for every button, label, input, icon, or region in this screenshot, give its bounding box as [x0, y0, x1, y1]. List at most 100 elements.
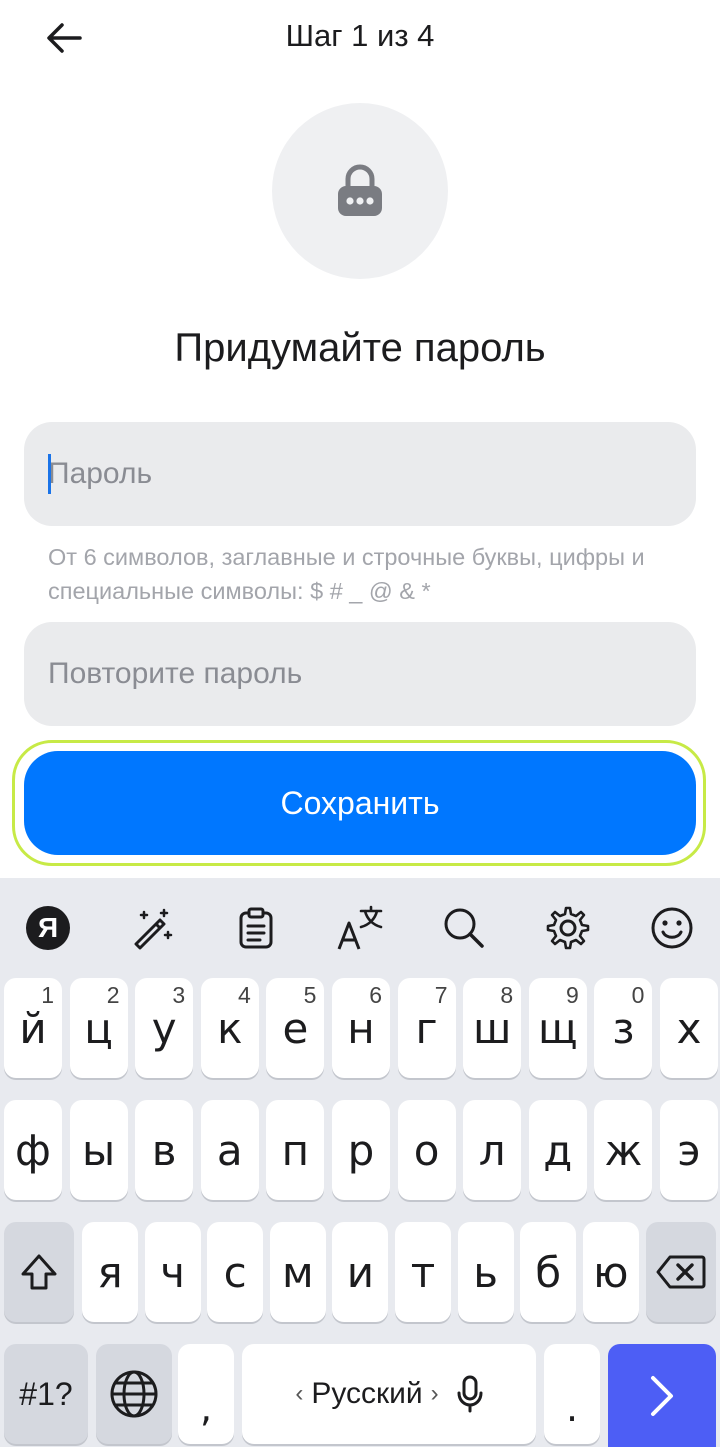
key-letter: с — [223, 1247, 247, 1297]
emoji-button[interactable] — [644, 900, 700, 956]
step-indicator: Шаг 1 из 4 — [285, 18, 435, 53]
save-button[interactable]: Сохранить — [24, 751, 696, 855]
key-number-hint: 2 — [106, 982, 120, 1008]
key-row2-7[interactable]: о — [397, 1100, 456, 1200]
key-row2-5[interactable]: п — [266, 1100, 325, 1200]
password-field[interactable] — [24, 422, 696, 526]
key-11[interactable]: х — [660, 978, 718, 1078]
on-screen-keyboard: Я й 1 ц 2 у 3 к 4 е 5 н 6 г 7 ш 8 щ 9 з … — [0, 878, 720, 1447]
repeat-password-input[interactable] — [48, 657, 696, 691]
key-row2-11[interactable]: э — [660, 1100, 718, 1200]
lock-avatar — [272, 103, 448, 279]
key-letter: а — [216, 1125, 243, 1175]
key-letter: й — [19, 1003, 47, 1053]
space-left-chevron: ‹ — [295, 1380, 304, 1407]
key-1[interactable]: й1 — [4, 978, 62, 1078]
password-hint: От 6 символов, заглавные и строчные букв… — [48, 544, 645, 604]
key-letter: к — [217, 1003, 243, 1053]
key-row3-4[interactable]: м — [269, 1222, 326, 1322]
key-number-hint: 9 — [566, 982, 579, 1008]
period-key[interactable]: . — [544, 1344, 600, 1444]
space-right-chevron: › — [430, 1380, 439, 1407]
key-letter: я — [97, 1247, 123, 1297]
key-number-hint: 1 — [41, 982, 54, 1008]
backspace-key[interactable] — [646, 1222, 716, 1322]
shift-key[interactable] — [4, 1222, 74, 1322]
key-letter: л — [478, 1125, 506, 1175]
key-row2-8[interactable]: л — [463, 1100, 522, 1200]
key-letter: ю — [593, 1247, 629, 1297]
key-row3-9[interactable]: ю — [582, 1222, 639, 1322]
yandex-logo-button[interactable]: Я — [20, 900, 76, 956]
key-row3-2[interactable]: ч — [144, 1222, 201, 1322]
space-key[interactable]: ‹ Русский › — [242, 1344, 536, 1444]
key-row2-4[interactable]: а — [200, 1100, 259, 1200]
key-row2-6[interactable]: р — [332, 1100, 390, 1200]
key-letter: ш — [472, 1003, 512, 1053]
shift-icon — [21, 1254, 57, 1290]
symbols-key[interactable]: #1? — [4, 1344, 88, 1444]
comma-key[interactable]: , — [178, 1344, 234, 1444]
key-3[interactable]: у3 — [135, 978, 194, 1078]
repeat-password-field[interactable] — [24, 622, 696, 726]
enter-key[interactable] — [608, 1344, 716, 1447]
key-letter: е — [282, 1003, 309, 1053]
globe-icon — [110, 1370, 158, 1418]
key-row3-8[interactable]: б — [520, 1222, 577, 1322]
key-row3-3[interactable]: с — [207, 1222, 264, 1322]
key-letter: з — [612, 1003, 635, 1053]
key-letter: н — [347, 1003, 375, 1053]
translate-button[interactable] — [332, 900, 388, 956]
smiley-icon — [651, 907, 693, 949]
key-letter: м — [281, 1247, 314, 1297]
key-letter: ф — [15, 1125, 51, 1175]
key-7[interactable]: г7 — [397, 978, 456, 1078]
lock-icon — [338, 164, 382, 216]
clipboard-button[interactable] — [228, 900, 284, 956]
search-button[interactable] — [436, 900, 492, 956]
microphone-icon[interactable] — [457, 1375, 483, 1413]
key-letter: ц — [84, 1003, 113, 1053]
key-letter: х — [676, 1003, 702, 1053]
key-row3-5[interactable]: и — [332, 1222, 389, 1322]
yandex-logo-icon: Я — [26, 906, 70, 950]
language-key[interactable] — [96, 1344, 172, 1444]
key-number-hint: 7 — [434, 982, 448, 1008]
key-letter: т — [410, 1247, 436, 1297]
symbols-key-label: #1? — [19, 1375, 73, 1412]
key-4[interactable]: к4 — [200, 978, 259, 1078]
key-10[interactable]: з0 — [594, 978, 653, 1078]
translate-icon — [337, 905, 383, 950]
text-cursor — [48, 454, 51, 494]
key-8[interactable]: ш8 — [463, 978, 522, 1078]
key-row2-2[interactable]: ы — [69, 1100, 128, 1200]
key-6[interactable]: н6 — [332, 978, 390, 1078]
key-9[interactable]: щ9 — [528, 978, 587, 1078]
magic-wand-icon — [134, 908, 173, 950]
key-row2-1[interactable]: ф — [4, 1100, 62, 1200]
search-icon — [444, 908, 484, 948]
key-row2-10[interactable]: ж — [594, 1100, 653, 1200]
magic-wand-button[interactable] — [124, 900, 180, 956]
key-number-hint: 8 — [500, 982, 514, 1008]
key-row3-1[interactable]: я — [82, 1222, 138, 1322]
key-letter: у — [151, 1003, 177, 1053]
key-letter: п — [281, 1125, 310, 1175]
page-title: Придумайте пароль — [174, 326, 546, 370]
key-row3-7[interactable]: ь — [457, 1222, 514, 1322]
key-row2-3[interactable]: в — [135, 1100, 194, 1200]
key-row2-9[interactable]: д — [528, 1100, 587, 1200]
key-row3-6[interactable]: т — [395, 1222, 451, 1322]
key-letter: б — [535, 1247, 562, 1297]
key-2[interactable]: ц2 — [69, 978, 128, 1078]
key-number-hint: 3 — [172, 982, 186, 1008]
comma-key-label: , — [199, 1386, 213, 1430]
chevron-right-icon — [651, 1375, 673, 1416]
key-number-hint: 6 — [369, 982, 382, 1008]
key-number-hint: 4 — [238, 982, 251, 1008]
password-input[interactable] — [48, 457, 696, 491]
key-letter: щ — [538, 1003, 578, 1053]
key-letter: о — [413, 1125, 440, 1175]
key-5[interactable]: е5 — [266, 978, 325, 1078]
settings-button[interactable] — [540, 900, 596, 956]
